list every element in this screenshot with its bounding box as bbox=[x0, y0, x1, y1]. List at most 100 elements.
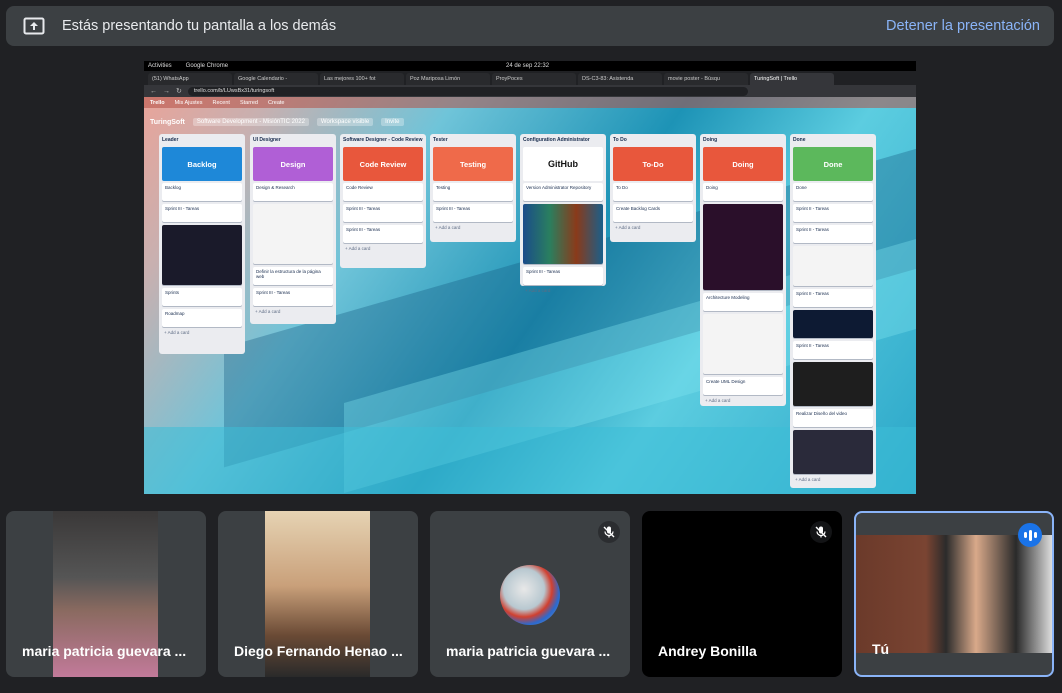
os-activities: Activities bbox=[148, 63, 172, 69]
card: Realizar Diseño del video bbox=[793, 409, 873, 427]
card-image bbox=[253, 204, 333, 264]
card: Create Backlog Cards bbox=[613, 204, 693, 222]
card: Architecture Modeling bbox=[703, 293, 783, 311]
card: Sprint III - Tareas bbox=[523, 267, 603, 285]
card-image bbox=[793, 362, 873, 406]
browser-tab: Google Calendario - bbox=[234, 73, 318, 85]
mic-off-icon bbox=[598, 521, 620, 543]
card: Sprint III - Tareas bbox=[433, 204, 513, 222]
visibility-chip: Workspace visible bbox=[316, 118, 374, 126]
card: Sprint III - Tareas bbox=[343, 204, 423, 222]
browser-tab: Poz Mariposa Limón bbox=[406, 73, 490, 85]
add-card: + Add a card bbox=[255, 309, 281, 314]
list-header: Tester bbox=[433, 137, 448, 143]
browser-tab: Las mejores 100+ fot bbox=[320, 73, 404, 85]
board-list: UI Designer Design Design & Research Def… bbox=[250, 134, 336, 324]
participant-name: maria patricia guevara ... bbox=[446, 643, 611, 659]
participant-tile[interactable]: Andrey Bonilla bbox=[642, 511, 842, 677]
trello-nav-item: Starred bbox=[239, 99, 258, 106]
board-list: Doing Doing Doing Architecture Modeling … bbox=[700, 134, 786, 406]
add-card: + Add a card bbox=[705, 398, 731, 403]
card: Definir la estructura de la página web bbox=[253, 267, 333, 285]
reload-icon: ↻ bbox=[176, 88, 182, 95]
card: Sprint II - Tareas bbox=[793, 341, 873, 359]
list-cover: Doing bbox=[703, 147, 783, 181]
list-header: UI Designer bbox=[253, 137, 281, 143]
list-header: Leader bbox=[162, 137, 179, 143]
card-image bbox=[793, 246, 873, 286]
participant-name: Diego Fernando Henao ... bbox=[234, 643, 403, 659]
board-list: Software Designer - Code Review Code Rev… bbox=[340, 134, 426, 268]
browser-tab: movie poster - Búsqu bbox=[664, 73, 748, 85]
board-list: Configuration Administrator GitHub Versi… bbox=[520, 134, 606, 293]
browser-tab-active: TuringSoft | Trello bbox=[750, 73, 834, 85]
card: Sprint II - Tareas bbox=[793, 289, 873, 307]
board-list: Leader Backlog Backlog Sprint III - Tare… bbox=[159, 134, 245, 354]
card: Sprint II - Tareas bbox=[793, 225, 873, 243]
list-cover: Code Review bbox=[343, 147, 423, 181]
list-cover: Backlog bbox=[162, 147, 242, 181]
card-image bbox=[703, 204, 783, 290]
list-cover: To-Do bbox=[613, 147, 693, 181]
list-header: To Do bbox=[613, 137, 627, 143]
board-list: To Do To-Do To Do Create Backlog Cards +… bbox=[610, 134, 696, 242]
trello-nav-item: Mis Ajustes bbox=[174, 99, 203, 106]
card-image bbox=[162, 225, 242, 285]
card: Sprint II - Tareas bbox=[793, 204, 873, 222]
participant-tile[interactable]: maria patricia guevara ... bbox=[6, 511, 206, 677]
list-cover: Done bbox=[793, 147, 873, 181]
add-card: + Add a card bbox=[525, 288, 551, 293]
present-screen-icon bbox=[22, 14, 46, 38]
participant-name: Andrey Bonilla bbox=[658, 643, 757, 659]
list-header: Configuration Administrator bbox=[523, 137, 590, 143]
card: Testing bbox=[433, 183, 513, 201]
card: Sprint III - Tareas bbox=[162, 204, 242, 222]
presenting-text: Estás presentando tu pantalla a los demá… bbox=[62, 18, 337, 34]
list-cover: Design bbox=[253, 147, 333, 181]
trello-nav-item: Recent bbox=[212, 99, 230, 106]
card: Create UML Design bbox=[703, 377, 783, 395]
os-top-bar: Activities Google Chrome 24 de sep 22:32 bbox=[144, 61, 916, 71]
board-header: TuringSoft Software Development - Misión… bbox=[144, 115, 916, 129]
list-header: Done bbox=[793, 137, 806, 143]
participant-tile-self[interactable]: Tú bbox=[854, 511, 1054, 677]
trello-nav: Trello Mis Ajustes Recent Starred Create bbox=[144, 97, 916, 108]
list-cover: Testing bbox=[433, 147, 513, 181]
workspace-chip: Software Development - MisiónTIC 2022 bbox=[192, 118, 309, 126]
card: Design & Research bbox=[253, 183, 333, 201]
add-card: + Add a card bbox=[795, 477, 821, 482]
add-card: + Add a card bbox=[615, 225, 641, 230]
shared-screen: Activities Google Chrome 24 de sep 22:32… bbox=[144, 61, 916, 494]
participant-name: maria patricia guevara ... bbox=[22, 643, 187, 659]
mic-off-icon bbox=[810, 521, 832, 543]
card-image bbox=[523, 204, 603, 264]
add-card: + Add a card bbox=[435, 225, 461, 230]
list-header: Doing bbox=[703, 137, 718, 143]
add-card: + Add a card bbox=[164, 330, 190, 335]
card-image bbox=[793, 430, 873, 474]
back-icon: ← bbox=[150, 87, 157, 95]
list-header: Software Designer - Code Review bbox=[343, 137, 423, 143]
speaking-indicator-icon bbox=[1018, 523, 1042, 547]
card: To Do bbox=[613, 183, 693, 201]
participant-video bbox=[856, 535, 1052, 653]
card: Backlog bbox=[162, 183, 242, 201]
participant-tile[interactable]: maria patricia guevara ... bbox=[430, 511, 630, 677]
card: Sprint III - Tareas bbox=[253, 288, 333, 306]
os-app-name: Google Chrome bbox=[185, 63, 229, 69]
card-image bbox=[793, 310, 873, 338]
card-image bbox=[703, 314, 783, 374]
card: Code Review bbox=[343, 183, 423, 201]
trello-logo: Trello bbox=[150, 99, 165, 106]
participant-name: Tú bbox=[872, 641, 890, 657]
browser-tab: ProyPoces bbox=[492, 73, 576, 85]
board-list: Done Done Done Sprint II - Tareas Sprint… bbox=[790, 134, 876, 488]
stop-presenting-button[interactable]: Detener la presentación bbox=[886, 18, 1040, 34]
card: Roadmap bbox=[162, 309, 242, 327]
browser-tab: DS-C3-83: Asistenda bbox=[578, 73, 662, 85]
card: Sprints bbox=[162, 288, 242, 306]
participant-tile[interactable]: Diego Fernando Henao ... bbox=[218, 511, 418, 677]
browser-tab: (51) WhatsApp bbox=[148, 73, 232, 85]
os-clock: 24 de sep 22:32 bbox=[506, 63, 550, 69]
card: Doing bbox=[703, 183, 783, 201]
